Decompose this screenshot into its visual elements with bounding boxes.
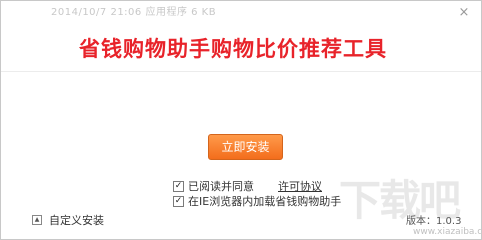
custom-install-toggle[interactable]: ▲ 自定义安装	[32, 212, 104, 228]
banner-divider	[1, 71, 481, 72]
version-label: 版本：	[406, 216, 436, 227]
agree-checkbox[interactable]: ✓	[173, 180, 184, 192]
install-now-button[interactable]: 立即安装	[208, 134, 283, 160]
ie-addon-checkbox[interactable]: ✓	[173, 195, 184, 207]
watermark-url: www.xiazaiba.com	[413, 227, 482, 237]
banner-title: 省钱购物助手购物比价推荐工具	[79, 37, 387, 61]
ie-addon-row: ✓ 在IE浏览器内加载省钱购物助手	[173, 194, 341, 208]
agree-row: ✓ 已阅读并同意 许可协议	[173, 179, 322, 193]
banner: 省钱购物助手购物比价推荐工具	[1, 1, 481, 71]
agree-label: 已阅读并同意	[188, 180, 254, 193]
installer-window: 2014/10/7 21:06 应用程序 6 KB × 省钱购物助手购物比价推荐…	[0, 0, 482, 240]
version-info: 版本：1.0.3	[406, 212, 461, 227]
ie-addon-label: 在IE浏览器内加载省钱购物助手	[188, 195, 342, 208]
version-value: 1.0.3	[436, 216, 462, 227]
license-agreement-link[interactable]: 许可协议	[278, 178, 322, 194]
expand-arrow-icon: ▲	[32, 215, 42, 225]
custom-install-label: 自定义安装	[49, 214, 104, 227]
